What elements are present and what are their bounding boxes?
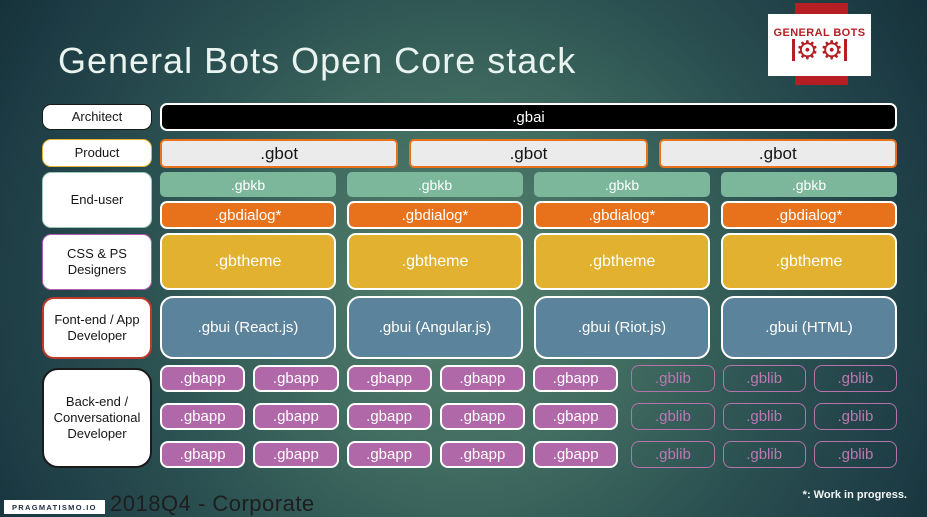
gbapp-block: .gbapp xyxy=(346,403,432,430)
gblib-block: .gblib xyxy=(631,365,715,392)
row-gbai: .gbai xyxy=(160,103,897,131)
gbapp-block: .gbapp xyxy=(160,441,246,468)
role-label-text: CSS & PS Designers xyxy=(67,245,127,277)
gbui-riot-block: .gbui (Riot.js) xyxy=(534,296,710,359)
row-gbkb: .gbkb .gbkb .gbkb .gbkb xyxy=(160,172,897,197)
gbapp-block: .gbapp xyxy=(253,403,339,430)
row-gbapp-gblib-3: .gbapp .gbapp .gbapp .gbapp .gbapp .gbli… xyxy=(160,441,897,468)
slide: General Bots Open Core stack GENERAL BOT… xyxy=(0,0,927,517)
gbapp-block: .gbapp xyxy=(160,365,246,392)
gbtheme-block: .gbtheme xyxy=(534,233,710,290)
gear-icon: ⚙ xyxy=(820,35,844,65)
role-label-text: Architect xyxy=(71,108,123,124)
gbdialog-block: .gbdialog* xyxy=(721,201,897,229)
pragmatismo-badge: PRAGMATISMO.IO xyxy=(4,500,105,514)
gbkb-block: .gbkb xyxy=(160,172,336,197)
role-label-css-ps-designers: CSS & PS Designers xyxy=(42,234,152,290)
gblib-block: .gblib xyxy=(813,365,897,392)
gbtheme-block: .gbtheme xyxy=(347,233,523,290)
gbapp-block: .gbapp xyxy=(160,403,246,430)
gblib-block: .gblib xyxy=(722,403,806,430)
role-label-backend-conversational-developer: Back-end / Conversational Developer xyxy=(42,368,152,468)
gbkb-block: .gbkb xyxy=(347,172,523,197)
gblib-block: .gblib xyxy=(631,403,715,430)
gbapp-block: .gbapp xyxy=(533,441,619,468)
gbui-html-block: .gbui (HTML) xyxy=(721,296,897,359)
gbdialog-block: .gbdialog* xyxy=(160,201,336,229)
role-label-text: Font-end / App Developer xyxy=(54,311,140,343)
role-label-product: Product xyxy=(42,139,152,167)
gbapp-block: .gbapp xyxy=(439,441,525,468)
gbot-block: .gbot xyxy=(658,139,897,168)
row-gbot: .gbot .gbot .gbot xyxy=(160,139,897,168)
role-label-text: End-user xyxy=(70,191,124,207)
gbkb-block: .gbkb xyxy=(534,172,710,197)
role-label-text: Back-end / Conversational Developer xyxy=(53,393,141,442)
row-gbdialog: .gbdialog* .gbdialog* .gbdialog* .gbdial… xyxy=(160,201,897,229)
pipe-icon xyxy=(791,39,795,61)
gbdialog-block: .gbdialog* xyxy=(347,201,523,229)
row-gbui: .gbui (React.js) .gbui (Angular.js) .gbu… xyxy=(160,296,897,359)
gbot-block: .gbot xyxy=(160,139,399,168)
slide-title: General Bots Open Core stack xyxy=(58,40,577,81)
gear-icon: ⚙ xyxy=(795,35,819,65)
gbapp-block: .gbapp xyxy=(439,365,525,392)
footer-version-text: 2018Q4 - Corporate xyxy=(110,491,315,516)
logo-gears: ⚙ ⚙ xyxy=(791,35,848,65)
gbdialog-block: .gbdialog* xyxy=(534,201,710,229)
gblib-block: .gblib xyxy=(722,365,806,392)
gbapp-block: .gbapp xyxy=(346,365,432,392)
gbtheme-block: .gbtheme xyxy=(160,233,336,290)
gbui-angular-block: .gbui (Angular.js) xyxy=(347,296,523,359)
gbapp-block: .gbapp xyxy=(439,403,525,430)
pipe-icon xyxy=(844,39,848,61)
row-gbapp-gblib-2: .gbapp .gbapp .gbapp .gbapp .gbapp .gbli… xyxy=(160,403,897,430)
gblib-block: .gblib xyxy=(813,441,897,468)
row-gbtheme: .gbtheme .gbtheme .gbtheme .gbtheme xyxy=(160,233,897,290)
gbapp-block: .gbapp xyxy=(346,441,432,468)
gbapp-block: .gbapp xyxy=(533,403,619,430)
row-gbapp-gblib-1: .gbapp .gbapp .gbapp .gbapp .gbapp .gbli… xyxy=(160,365,897,392)
role-label-frontend-app-developer: Font-end / App Developer xyxy=(42,297,152,359)
gbai-block: .gbai xyxy=(160,103,897,131)
gbapp-block: .gbapp xyxy=(253,365,339,392)
gbot-block: .gbot xyxy=(409,139,648,168)
work-in-progress-footnote: *: Work in progress. xyxy=(802,489,907,501)
gbui-react-block: .gbui (React.js) xyxy=(160,296,336,359)
gbapp-block: .gbapp xyxy=(533,365,619,392)
gbtheme-block: .gbtheme xyxy=(721,233,897,290)
gblib-block: .gblib xyxy=(722,441,806,468)
general-bots-logo: GENERAL BOTS ⚙ ⚙ xyxy=(768,14,871,76)
role-label-end-user: End-user xyxy=(42,172,152,228)
gbkb-block: .gbkb xyxy=(721,172,897,197)
gblib-block: .gblib xyxy=(813,403,897,430)
role-label-architect: Architect xyxy=(42,104,152,130)
gbapp-block: .gbapp xyxy=(253,441,339,468)
gblib-block: .gblib xyxy=(631,441,715,468)
role-label-text: Product xyxy=(74,144,120,160)
